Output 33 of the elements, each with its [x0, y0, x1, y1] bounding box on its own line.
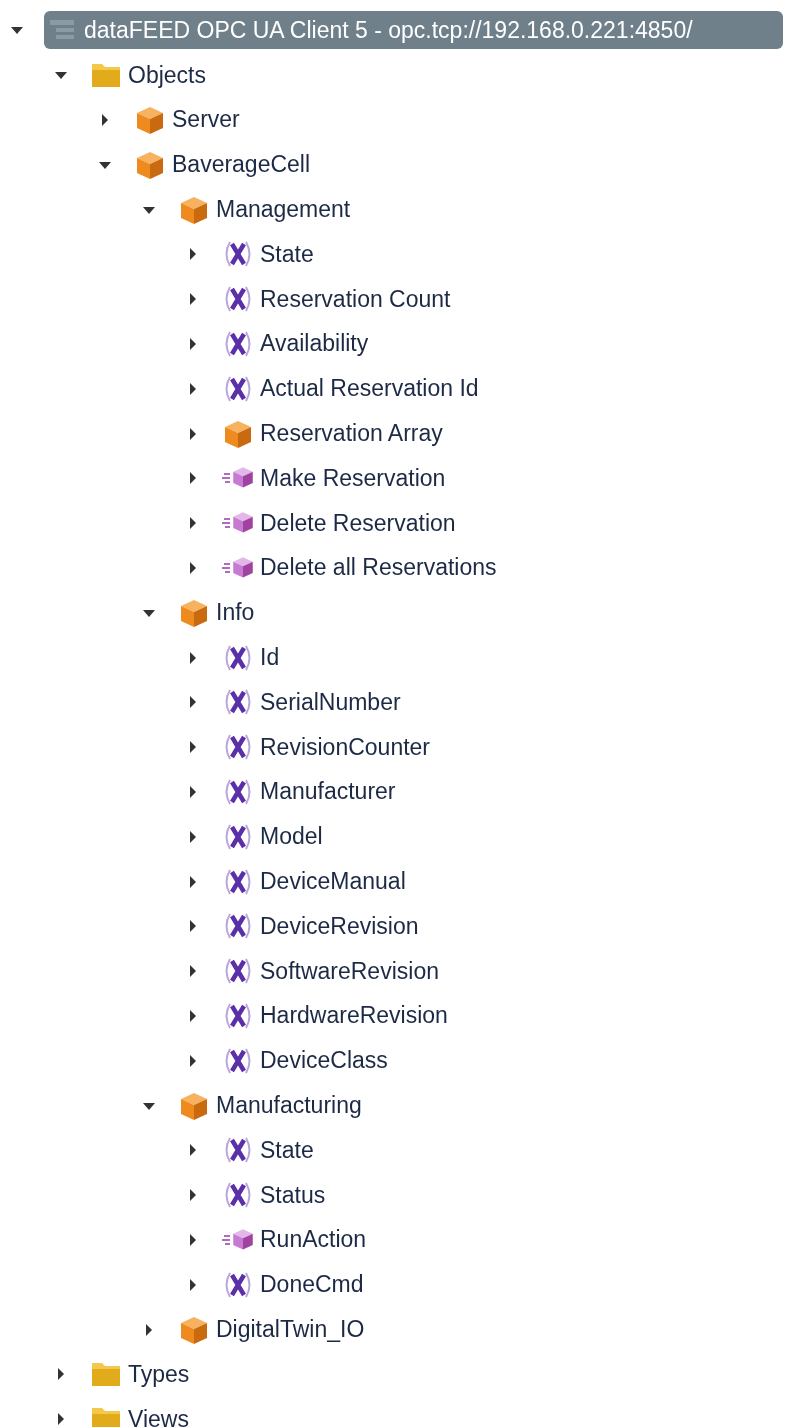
tree-item[interactable]: Reservation Count [220, 280, 457, 319]
tree-item[interactable]: Manufacturing [176, 1086, 368, 1125]
tree-item[interactable]: Views [88, 1400, 195, 1427]
tree-item[interactable]: SerialNumber [220, 683, 407, 722]
tree-item[interactable]: State [220, 235, 320, 274]
tree-item[interactable]: Objects [88, 56, 212, 95]
tree-item[interactable]: Id [220, 638, 286, 677]
tree-item[interactable]: Manufacturer [220, 772, 402, 811]
cube-icon [134, 104, 166, 136]
tree-item[interactable]: DeviceManual [220, 862, 412, 901]
tree-item[interactable]: RunAction [220, 1220, 373, 1259]
tree-item[interactable]: HardwareRevision [220, 996, 454, 1035]
tree-item[interactable]: Reservation Array [220, 414, 449, 453]
tree-item[interactable]: Availability [220, 324, 375, 363]
tree-item[interactable]: Delete Reservation [220, 504, 462, 543]
tree-item[interactable]: SoftwareRevision [220, 952, 445, 991]
tree-item[interactable]: Management [176, 190, 357, 229]
tree-item[interactable]: BaverageCell [132, 145, 317, 184]
tree-item[interactable]: Actual Reservation Id [220, 369, 485, 408]
tree-item[interactable]: dataFEED OPC UA Client 5 - opc.tcp://192.168.0.221:4850/ [44, 11, 783, 50]
tree-item[interactable]: Make Reservation [220, 459, 452, 498]
tree-item[interactable]: Server [132, 101, 246, 139]
tree-item[interactable]: Delete all Reservations [220, 548, 503, 587]
tree-item[interactable]: Info [176, 593, 261, 632]
tree-item[interactable]: Types [88, 1355, 196, 1394]
tree-item[interactable]: Status [220, 1176, 332, 1215]
tree-item[interactable]: DeviceRevision [220, 907, 425, 946]
tree-item[interactable]: DeviceClass [220, 1041, 394, 1080]
tree-item[interactable]: Model [220, 817, 329, 856]
tree-item[interactable]: RevisionCounter [220, 728, 437, 767]
tree-item[interactable]: DigitalTwin_IO [176, 1310, 371, 1349]
tree-item[interactable]: State [220, 1131, 320, 1170]
tree-item[interactable]: DoneCmd [220, 1265, 370, 1304]
